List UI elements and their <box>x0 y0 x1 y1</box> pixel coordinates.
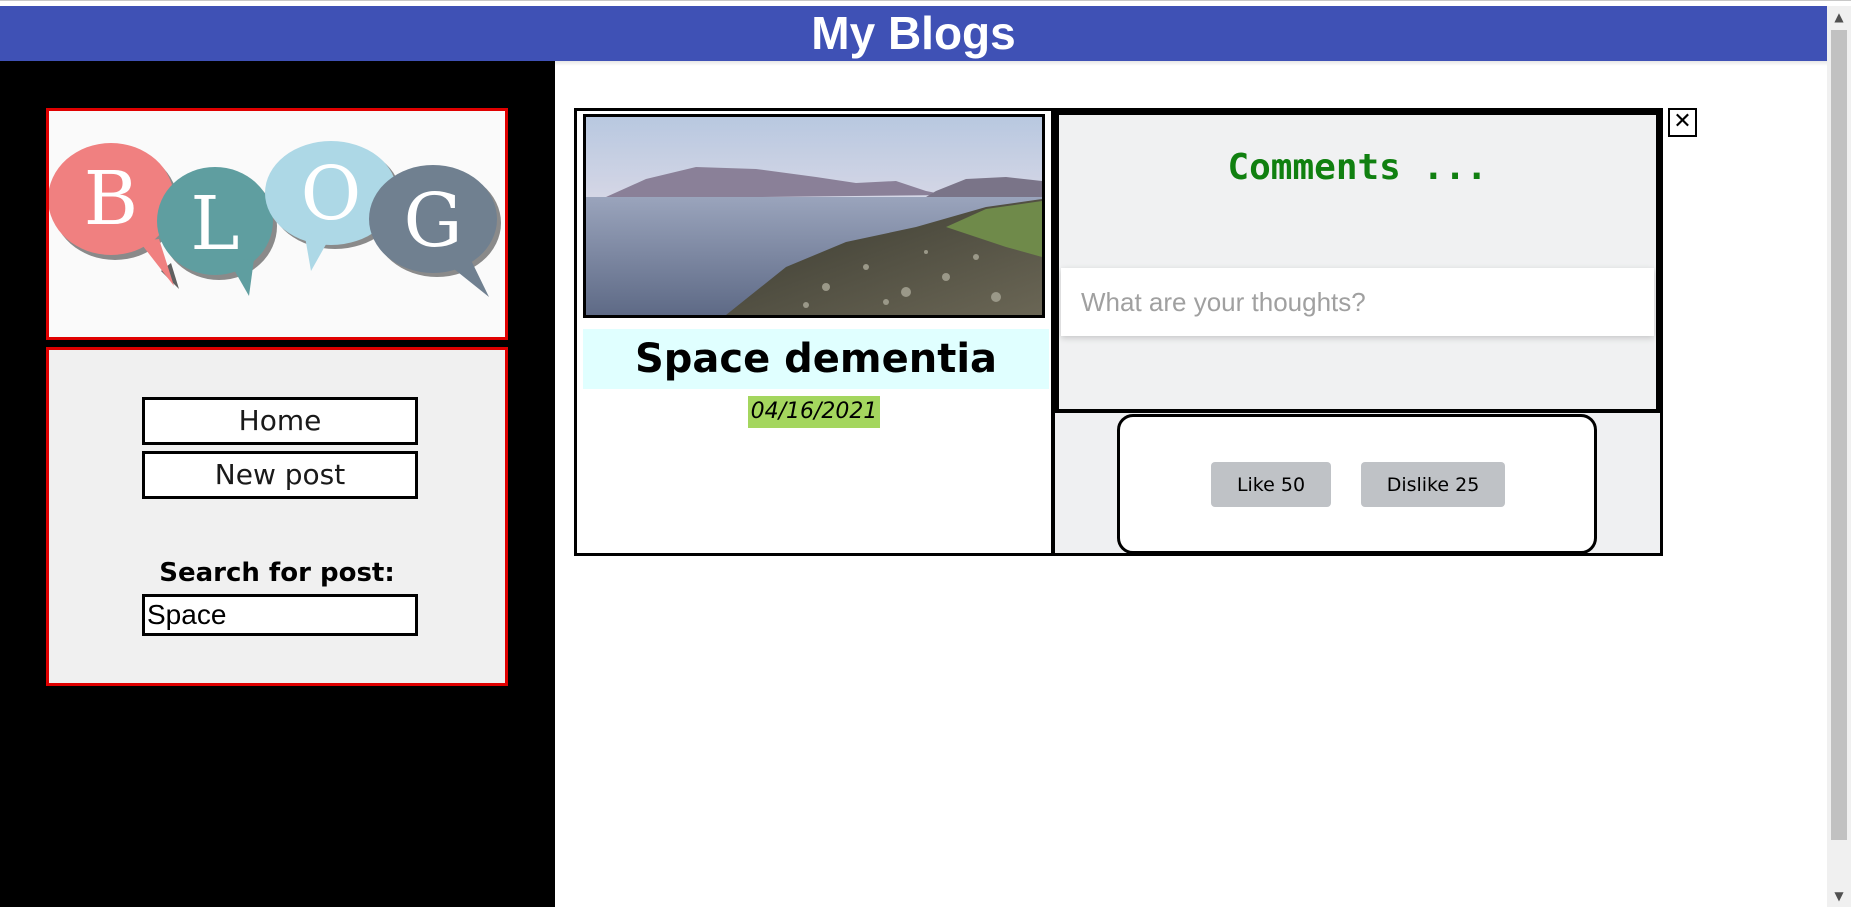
post-date-row: 04/16/2021 <box>577 396 1051 428</box>
like-button[interactable]: Like 50 <box>1211 462 1331 507</box>
page-header: My Blogs <box>0 6 1827 61</box>
coastline-image <box>586 117 1042 315</box>
blog-logo-image: B L O G <box>48 141 501 297</box>
header-shadow <box>555 61 1827 66</box>
reactions-box: Like 50 Dislike 25 <box>1117 414 1597 554</box>
post-card: Space dementia 04/16/2021 Comments ... L… <box>574 108 1663 556</box>
scrollbar-thumb[interactable] <box>1831 30 1847 840</box>
logo-letter-b: B <box>84 156 138 242</box>
new-post-button[interactable]: New post <box>142 451 418 499</box>
logo-letter-o: O <box>301 151 362 237</box>
post-summary: Space dementia 04/16/2021 <box>577 111 1051 553</box>
search-input[interactable] <box>142 594 418 636</box>
close-icon[interactable]: ✕ <box>1668 108 1697 137</box>
post-date: 04/16/2021 <box>747 396 881 428</box>
comments-title: Comments ... <box>1227 147 1488 188</box>
scrollbar[interactable]: ▲ ▼ <box>1827 6 1851 907</box>
dislike-button[interactable]: Dislike 25 <box>1361 462 1505 507</box>
comment-input[interactable] <box>1061 268 1654 336</box>
home-button[interactable]: Home <box>142 397 418 445</box>
post-image[interactable] <box>583 114 1045 318</box>
scroll-up-icon[interactable]: ▲ <box>1827 6 1851 28</box>
logo-letter-l: L <box>190 181 239 267</box>
search-label: Search for post: <box>159 558 395 588</box>
blog-logo: B L O G <box>46 108 508 340</box>
comments-panel: Comments ... <box>1055 111 1660 413</box>
logo-letter-g: G <box>403 178 462 264</box>
sidebar-nav: Home New post Search for post: <box>46 347 508 686</box>
scroll-down-icon[interactable]: ▼ <box>1827 885 1851 907</box>
post-title[interactable]: Space dementia <box>583 329 1049 389</box>
page-title: My Blogs <box>811 7 1016 59</box>
